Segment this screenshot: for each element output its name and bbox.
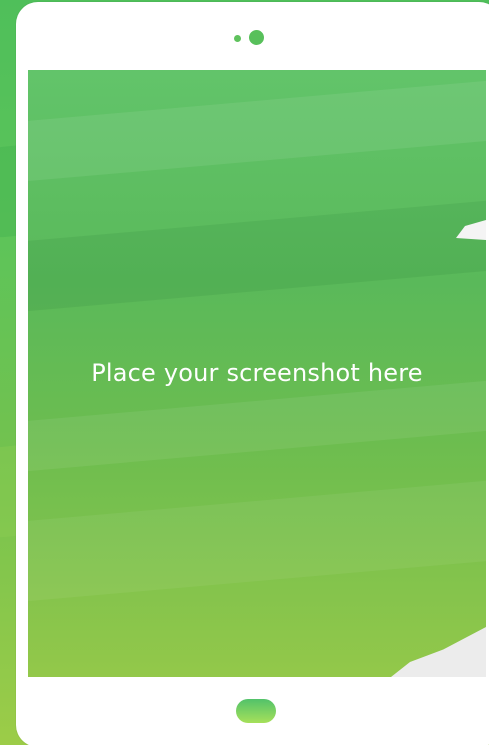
screenshot-placeholder-area: Place your screenshot here	[28, 70, 486, 677]
camera-bar	[234, 30, 268, 46]
home-button-icon[interactable]	[236, 699, 276, 723]
screen-texture	[28, 76, 486, 184]
placeholder-label: Place your screenshot here	[91, 359, 423, 387]
sensor-dot-icon	[234, 35, 241, 42]
camera-lens-icon	[249, 30, 264, 45]
paint-splash	[391, 627, 486, 677]
screen-texture	[28, 376, 486, 474]
screen-texture	[28, 476, 486, 604]
screen-texture	[28, 196, 486, 314]
tablet-device-frame: Place your screenshot here	[16, 2, 489, 745]
